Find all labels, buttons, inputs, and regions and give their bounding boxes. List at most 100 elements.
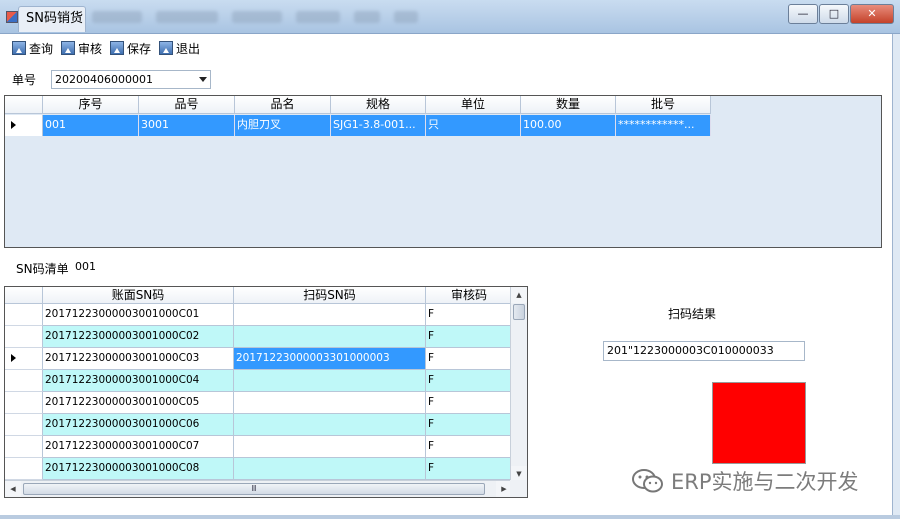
table-row[interactable]: 20171223000003001000C02 F: [5, 326, 513, 348]
table-cell[interactable]: 20171223000003001000C03: [43, 348, 234, 370]
column-header[interactable]: 审核码: [426, 287, 513, 304]
window-title: SN码销货: [18, 6, 86, 32]
order-number-combo[interactable]: 20200406000001: [51, 70, 211, 89]
scroll-thumb[interactable]: Ⅲ: [23, 483, 485, 495]
table-cell[interactable]: 20171223000003001000C08: [43, 458, 234, 480]
maximize-button[interactable]: □: [819, 4, 849, 24]
column-header[interactable]: 单位: [426, 96, 521, 114]
scroll-thumb[interactable]: [513, 304, 525, 320]
table-cell[interactable]: 3001: [139, 115, 235, 136]
table-cell[interactable]: ************...: [616, 115, 711, 136]
row-header[interactable]: [5, 370, 43, 392]
sn-list-label: SN码清单: [16, 262, 69, 276]
scan-result-input[interactable]: 201"1223000003C010000033: [603, 341, 805, 361]
image-icon: [12, 41, 26, 55]
table-cell[interactable]: 100.00: [521, 115, 616, 136]
table-cell[interactable]: F: [426, 458, 513, 480]
table-cell[interactable]: SJG1-3.8-001...: [331, 115, 426, 136]
table-cell[interactable]: F: [426, 436, 513, 458]
row-header[interactable]: [5, 458, 43, 480]
scrollbar-corner: [510, 480, 527, 497]
column-header[interactable]: 序号: [43, 96, 139, 114]
watermark-text: ERP实施与二次开发: [671, 470, 859, 494]
scan-result-label: 扫码结果: [668, 307, 717, 321]
table-cell[interactable]: F: [426, 370, 513, 392]
order-lines-grid: 序号 品号 品名 规格 单位 数量 批号 001 3001 内胆刀叉 SJG1-…: [4, 95, 882, 248]
table-cell-selected[interactable]: 20171223000003301000003: [234, 348, 426, 370]
image-icon: [159, 41, 174, 55]
table-cell[interactable]: [234, 436, 426, 458]
table-cell[interactable]: 20171223000003001000C07: [43, 436, 234, 458]
column-header[interactable]: 扫码SN码: [234, 287, 426, 304]
table-cell[interactable]: F: [426, 392, 513, 414]
column-header[interactable]: 账面SN码: [43, 287, 234, 304]
grid-body: 20171223000003001000C01 F 20171223000003…: [5, 304, 513, 480]
row-header[interactable]: [5, 392, 43, 414]
form-client-area: 查询 审核 保存 退出 单号 20200406000001 序号 品号 品名 规…: [0, 34, 893, 515]
title-bar: SN码销货 — □ ✕: [0, 0, 900, 34]
current-row-icon: [11, 121, 16, 129]
query-button-label: 查询: [29, 41, 54, 56]
window-controls: — □ ✕: [788, 4, 894, 24]
row-header[interactable]: [5, 414, 43, 436]
sn-list-value: 001: [75, 260, 96, 273]
image-icon: [61, 41, 76, 55]
table-cell[interactable]: [234, 414, 426, 436]
table-cell[interactable]: 只: [426, 115, 521, 136]
table-row[interactable]: 20171223000003001000C08 F: [5, 458, 513, 480]
query-button[interactable]: 查询: [12, 39, 53, 57]
wechat-icon: [632, 469, 663, 493]
table-cell[interactable]: F: [426, 326, 513, 348]
column-header[interactable]: 数量: [521, 96, 616, 114]
column-header[interactable]: 批号: [616, 96, 711, 114]
order-number-value: 20200406000001: [55, 73, 153, 86]
table-row[interactable]: 20171223000003001000C03 2017122300000330…: [5, 348, 513, 370]
close-button[interactable]: ✕: [850, 4, 894, 24]
scroll-left-arrow-icon[interactable]: ◀: [5, 481, 21, 497]
table-cell[interactable]: 20171223000003001000C04: [43, 370, 234, 392]
table-cell[interactable]: 20171223000003001000C02: [43, 326, 234, 348]
table-row[interactable]: 20171223000003001000C05 F: [5, 392, 513, 414]
order-number-label: 单号: [12, 73, 37, 87]
table-cell[interactable]: 001: [43, 115, 139, 136]
row-header[interactable]: [5, 436, 43, 458]
image-icon: [110, 41, 125, 55]
table-cell[interactable]: [234, 326, 426, 348]
row-header[interactable]: [5, 304, 43, 326]
scroll-up-arrow-icon[interactable]: ▲: [511, 287, 527, 303]
vertical-scrollbar[interactable]: ▲ ▼: [510, 287, 527, 482]
table-cell[interactable]: [234, 370, 426, 392]
blurred-tab-strip: [92, 11, 418, 27]
table-cell[interactable]: F: [426, 414, 513, 436]
table-cell[interactable]: F: [426, 304, 513, 326]
save-button[interactable]: 保存: [110, 39, 151, 57]
table-row[interactable]: 20171223000003001000C06 F: [5, 414, 513, 436]
chevron-down-icon[interactable]: [199, 77, 207, 82]
toolbar: 查询 审核 保存 退出: [12, 39, 200, 57]
row-header[interactable]: [5, 326, 43, 348]
table-cell[interactable]: [234, 304, 426, 326]
minimize-button[interactable]: —: [788, 4, 818, 24]
table-cell[interactable]: [234, 458, 426, 480]
exit-button[interactable]: 退出: [159, 39, 200, 57]
column-header[interactable]: 品号: [139, 96, 235, 114]
table-cell[interactable]: 内胆刀叉: [235, 115, 331, 136]
horizontal-scrollbar[interactable]: ◀ Ⅲ ▶: [5, 480, 512, 497]
row-header[interactable]: [5, 115, 43, 136]
approve-button[interactable]: 审核: [61, 39, 102, 57]
column-header[interactable]: 品名: [235, 96, 331, 114]
scan-status-indicator: [712, 382, 806, 464]
approve-button-label: 审核: [78, 41, 103, 56]
table-row[interactable]: 20171223000003001000C07 F: [5, 436, 513, 458]
table-row[interactable]: 20171223000003001000C04 F: [5, 370, 513, 392]
table-cell[interactable]: 20171223000003001000C05: [43, 392, 234, 414]
table-cell[interactable]: F: [426, 348, 513, 370]
table-row[interactable]: 20171223000003001000C01 F: [5, 304, 513, 326]
table-cell[interactable]: 20171223000003001000C06: [43, 414, 234, 436]
row-header[interactable]: [5, 348, 43, 370]
column-header[interactable]: 规格: [331, 96, 426, 114]
table-cell[interactable]: 20171223000003001000C01: [43, 304, 234, 326]
table-cell[interactable]: [234, 392, 426, 414]
table-row[interactable]: 001 3001 内胆刀叉 SJG1-3.8-001... 只 100.00 *…: [5, 115, 711, 136]
current-row-icon: [11, 354, 16, 362]
